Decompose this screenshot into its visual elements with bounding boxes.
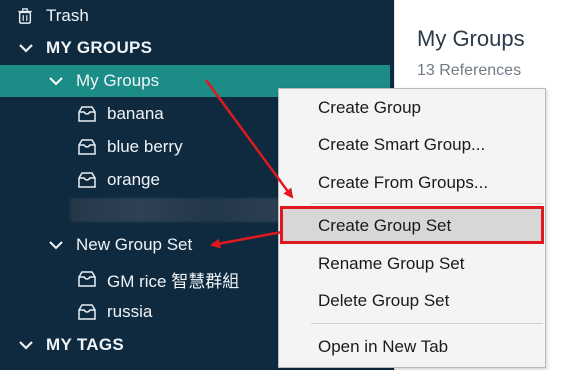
menu-separator	[311, 323, 543, 324]
sidebar-item-label: New Group Set	[76, 235, 193, 254]
menu-item-create-group-set[interactable]: Create Group Set	[280, 209, 544, 243]
page-title: My Groups	[417, 26, 525, 51]
group-folder-icon	[78, 172, 96, 188]
menu-item-open-in-new-tab[interactable]: Open in New Tab	[280, 330, 544, 364]
sidebar-item-trash[interactable]: Trash	[0, 0, 394, 32]
chevron-down-icon[interactable]	[48, 237, 64, 253]
group-folder-icon	[78, 304, 96, 320]
chevron-down-icon[interactable]	[18, 337, 34, 353]
group-folder-icon	[78, 139, 96, 155]
group-label: russia	[107, 302, 153, 321]
context-menu: Create Group Create Smart Group... Creat…	[278, 88, 546, 368]
menu-separator	[311, 203, 543, 204]
trash-icon	[18, 8, 32, 24]
sidebar-item-label: Trash	[46, 6, 89, 25]
group-folder-icon	[78, 271, 96, 287]
menu-item-create-group[interactable]: Create Group	[280, 91, 544, 125]
section-label: MY TAGS	[46, 335, 124, 354]
chevron-down-icon[interactable]	[48, 73, 64, 89]
group-label: GM rice 智慧群組	[107, 271, 240, 291]
menu-item-create-from-groups[interactable]: Create From Groups...	[280, 166, 544, 200]
menu-item-delete-group-set[interactable]: Delete Group Set	[280, 284, 544, 318]
menu-item-create-smart-group[interactable]: Create Smart Group...	[280, 128, 544, 162]
reference-count: 13 References	[417, 62, 522, 79]
chevron-down-icon[interactable]	[18, 40, 34, 56]
section-my-groups[interactable]: MY GROUPS	[0, 32, 394, 64]
group-folder-icon	[78, 106, 96, 122]
blurred-group-item[interactable]	[70, 198, 280, 222]
sidebar-item-label: My Groups	[76, 71, 160, 90]
group-label: blue berry	[107, 137, 183, 156]
menu-item-rename-group-set[interactable]: Rename Group Set	[280, 247, 544, 281]
section-label: MY GROUPS	[46, 38, 153, 57]
group-label: orange	[107, 170, 160, 189]
group-label: banana	[107, 104, 164, 123]
